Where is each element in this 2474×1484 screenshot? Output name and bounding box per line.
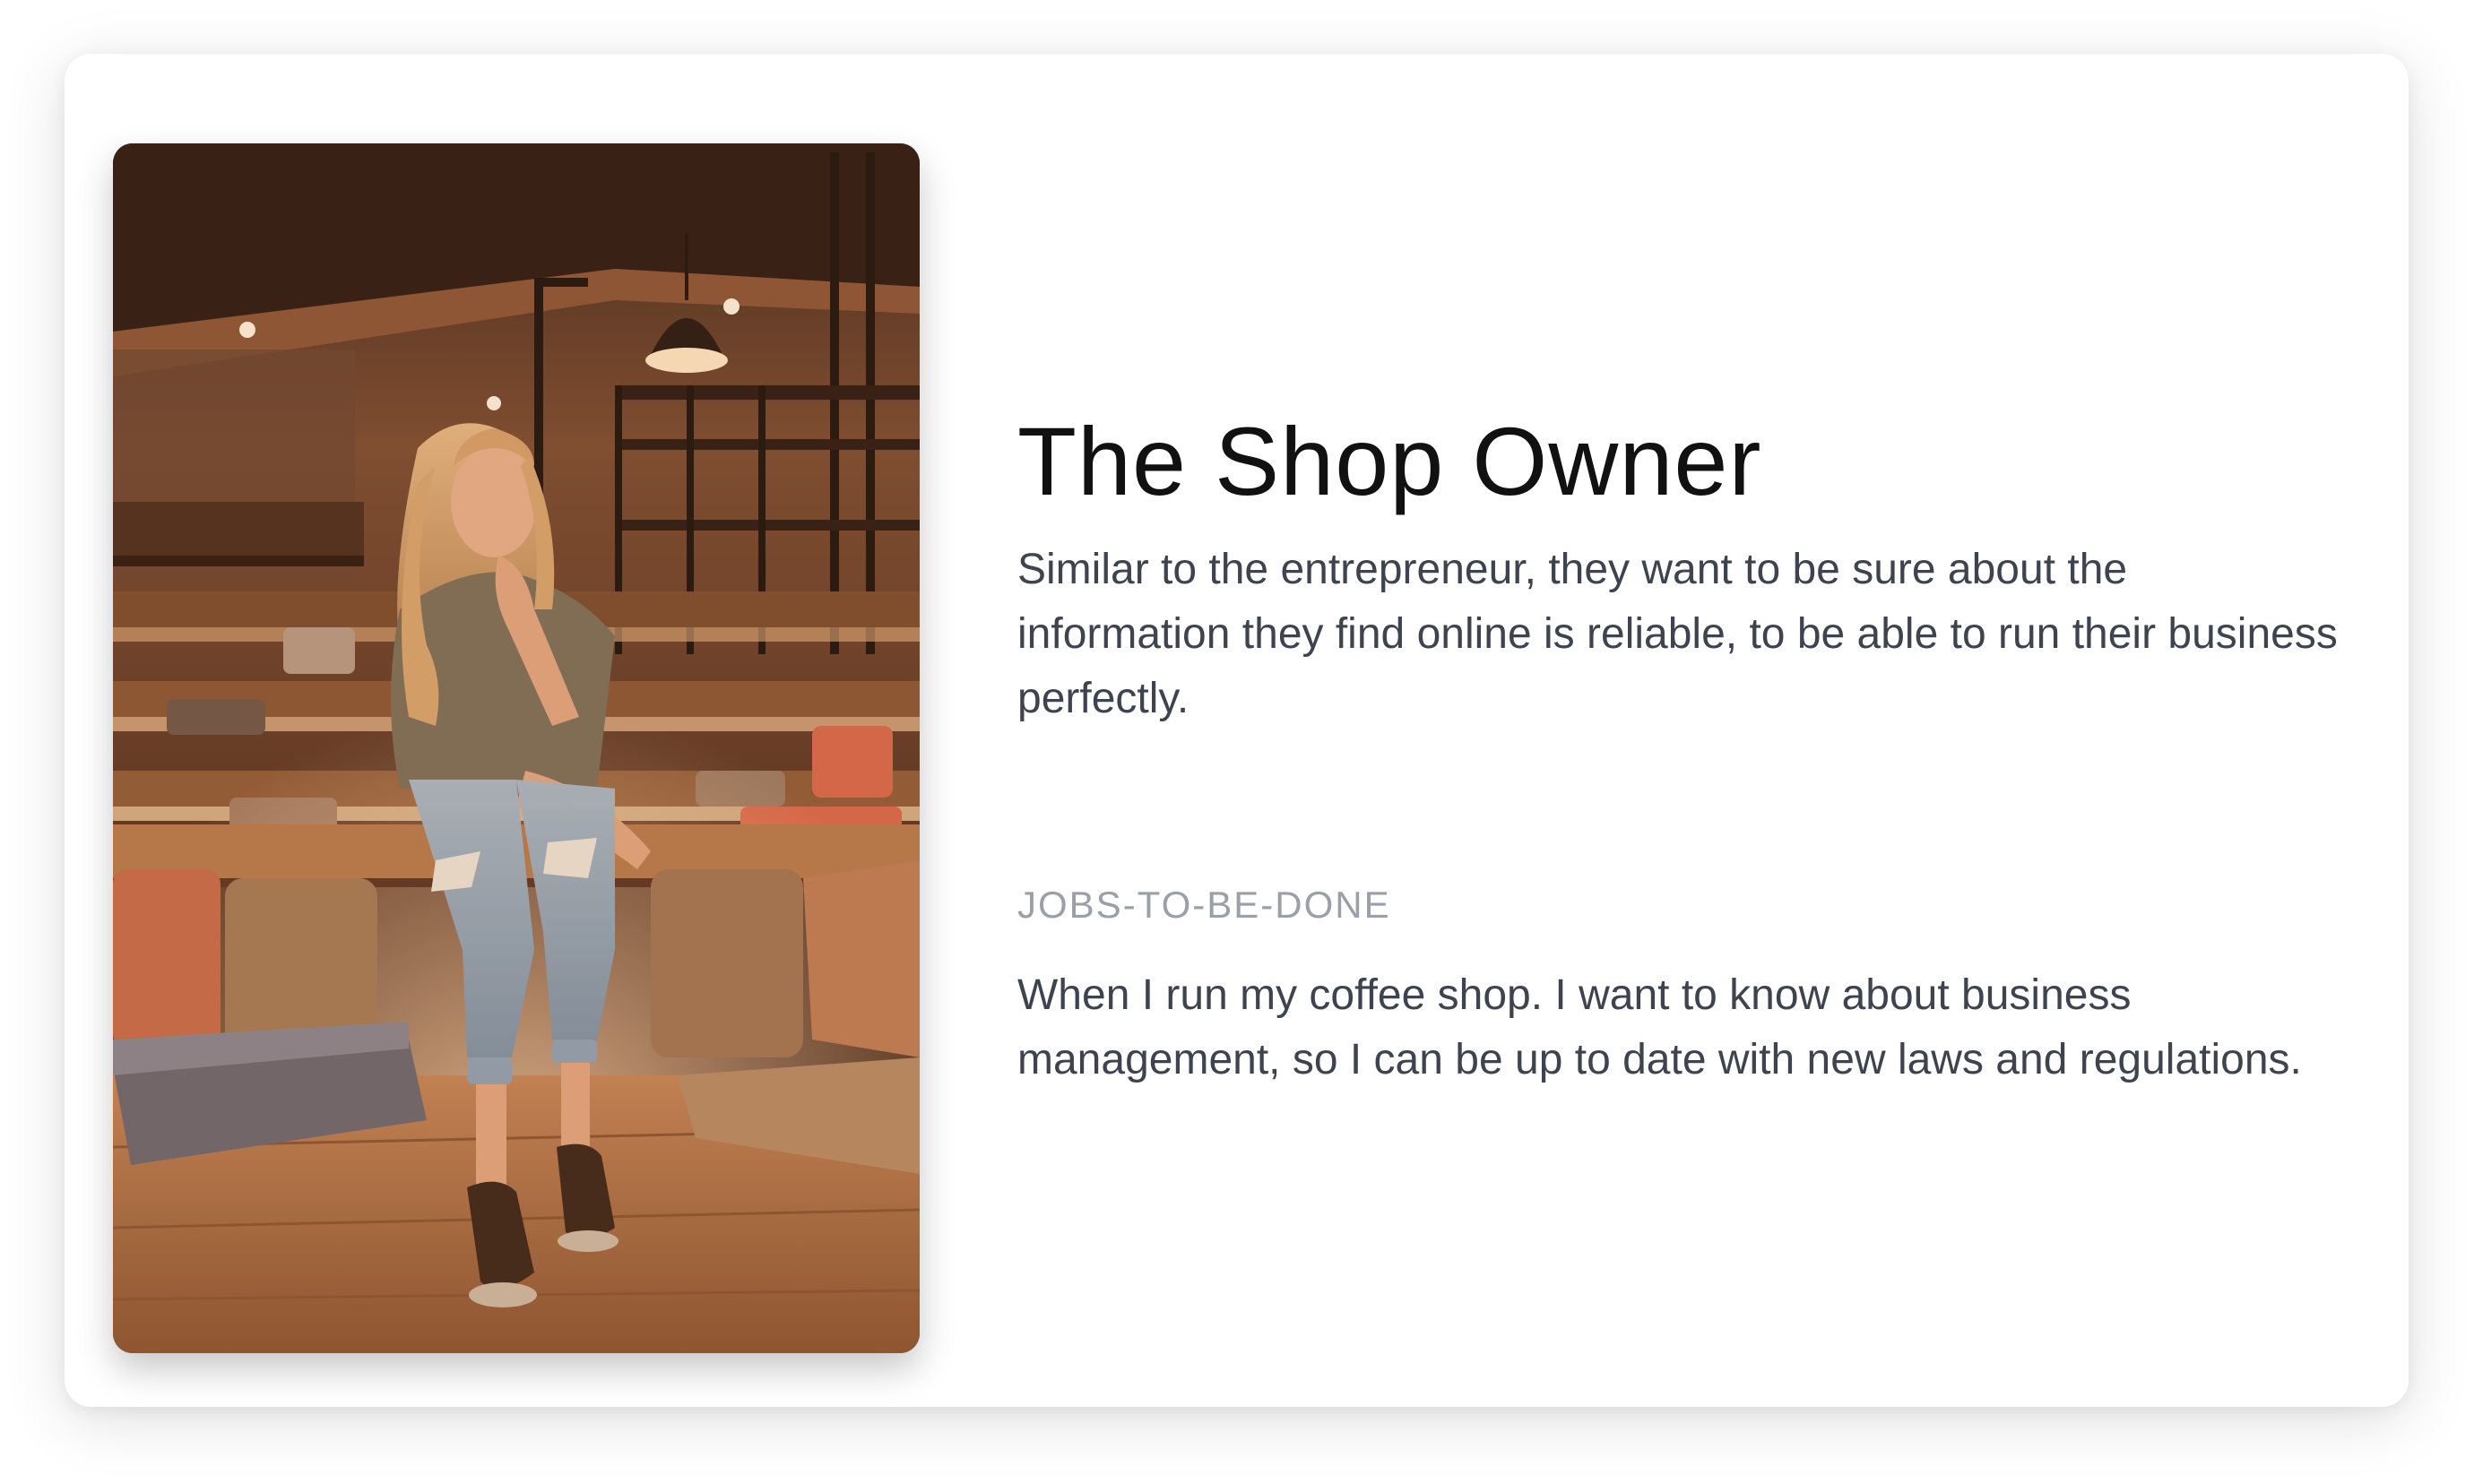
persona-photo-illustration [113,143,920,1353]
jobs-to-be-done-text: When I run my coffee shop. I want to kno… [1017,971,2302,1083]
persona-card: The Shop Owner Similar to the entreprene… [65,54,2409,1407]
persona-description: Similar to the entrepreneur, they want t… [1017,546,2338,722]
persona-title: The Shop Owner [1017,407,1762,515]
jobs-to-be-done-label: JOBS-TO-BE-DONE [1017,884,1391,926]
persona-photo [113,143,920,1353]
